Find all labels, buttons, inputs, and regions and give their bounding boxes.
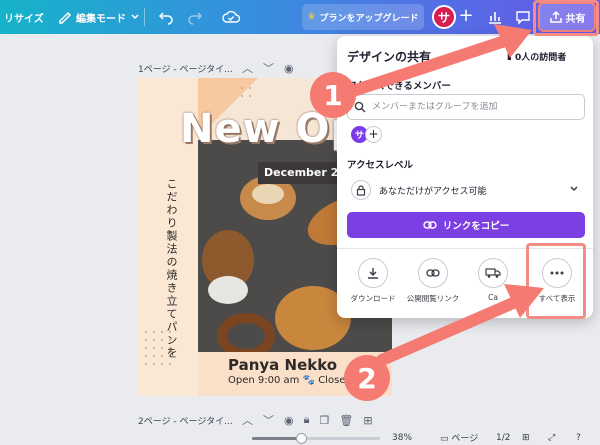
pencil-icon — [59, 11, 72, 24]
design-shop-name[interactable]: Panya Nekko — [228, 356, 337, 374]
member-search-field[interactable] — [347, 94, 585, 120]
visitor-count[interactable]: ▮ 0人の訪問者 — [507, 50, 567, 64]
page-counter: 1/2 — [496, 432, 511, 443]
link-icon — [418, 258, 448, 288]
print-delivery-action[interactable]: Ca — [465, 258, 521, 302]
eye-icon[interactable]: ◉ — [284, 62, 294, 75]
page-1-header: 1ページ - ページタイ... — [138, 60, 233, 76]
search-icon — [354, 101, 366, 113]
download-action[interactable]: ダウンロード — [345, 258, 401, 304]
insights-button[interactable] — [484, 6, 506, 28]
chevron-down-icon[interactable]: ﹀ — [263, 412, 274, 428]
upgrade-label: プランをアップグレード — [319, 13, 419, 24]
public-link-label: 公開閲覧リンク — [406, 294, 460, 303]
copy-link-label: リンクをコピー — [442, 221, 510, 232]
member-search-input[interactable] — [372, 102, 572, 112]
duplicate-icon[interactable]: ❐ — [319, 414, 329, 427]
copy-link-button[interactable]: リンクをコピー — [347, 212, 585, 238]
grid-view-icon[interactable]: ⊞ — [522, 433, 530, 443]
add-member-button[interactable]: + — [365, 126, 382, 143]
visitor-count-label: 0人の訪問者 — [514, 53, 567, 63]
page-2-title[interactable]: 2ページ - ページタイ... — [138, 414, 233, 427]
crown-icon: ♛ — [307, 12, 316, 22]
bar-chart-icon — [489, 12, 501, 24]
link-icon — [423, 221, 437, 229]
page-2-header: 2ページ - ページタイ... — [138, 412, 233, 428]
bar-chart-icon: ▮ — [507, 51, 512, 62]
truck-icon — [478, 258, 508, 288]
eye-icon[interactable]: ◉ — [284, 414, 294, 427]
chevron-down-icon[interactable]: ﹀ — [263, 60, 274, 76]
resize-button[interactable]: リサイズ — [4, 10, 44, 25]
public-link-action[interactable]: 公開閲覧リンク — [405, 258, 461, 304]
download-icon — [358, 258, 388, 288]
upgrade-plan-button[interactable]: ♛ プランをアップグレード — [302, 4, 424, 30]
members-label: アクセスできるメンバー — [347, 81, 451, 92]
redo-icon — [188, 12, 203, 25]
design-shop-hours[interactable]: Open 9:00 am 🐾 Close — [228, 375, 345, 386]
access-value: あなただけがアクセス可能 — [379, 186, 487, 197]
edit-mode-dropdown[interactable]: 編集モード — [58, 6, 140, 28]
download-label: ダウンロード — [350, 294, 396, 303]
pages-icon: ▭ — [440, 434, 449, 444]
redo-button[interactable] — [184, 6, 206, 28]
comments-button[interactable] — [512, 6, 534, 28]
toolbar-divider — [144, 8, 145, 26]
edit-mode-label: 編集モード — [76, 13, 126, 25]
lock-icon[interactable]: 🔒︎ — [304, 413, 310, 427]
access-level-label: アクセスレベル — [347, 160, 414, 171]
step-1-badge: 1 — [310, 72, 356, 118]
page-1-controls: ︿ ﹀ ◉ — [242, 60, 294, 76]
print-delivery-label: Ca — [488, 293, 498, 302]
lock-icon — [351, 180, 371, 200]
design-vertical-tagline[interactable]: こだわり製法の焼き立てパンを — [163, 178, 179, 360]
add-collaborator-button[interactable]: + — [456, 7, 476, 27]
chevron-up-icon[interactable]: ︿ — [242, 60, 253, 76]
cloud-save-button[interactable] — [220, 6, 242, 28]
cloud-check-icon — [222, 10, 240, 23]
top-toolbar: リサイズ 編集モード ♛ プランをアップグレード サ + 共有 — [0, 0, 600, 34]
pages-button[interactable]: ▭ ページ — [440, 431, 478, 444]
step-2-badge: 2 — [344, 355, 390, 401]
fullscreen-icon[interactable]: ⤢ — [548, 433, 555, 443]
bottom-bar: 38% ▭ ページ 1/2 ⊞ ⤢ ? — [0, 430, 600, 445]
chevron-down-icon — [570, 186, 578, 192]
page-1-title[interactable]: 1ページ - ページタイ... — [138, 62, 233, 75]
chevron-up-icon[interactable]: ︿ — [242, 412, 253, 428]
show-all-highlight — [526, 243, 586, 319]
undo-icon — [158, 12, 173, 25]
page-2-controls: ︿ ﹀ ◉ 🔒︎ ❐ 🗑︎ ⊞ — [242, 412, 373, 428]
user-avatar[interactable]: サ — [432, 5, 456, 29]
chevron-down-icon — [131, 14, 139, 20]
add-page-icon[interactable]: ⊞ — [363, 414, 372, 427]
help-icon[interactable]: ? — [576, 433, 581, 443]
trash-icon[interactable]: 🗑︎ — [339, 414, 353, 427]
zoom-level[interactable]: 38% — [392, 433, 412, 443]
undo-button[interactable] — [155, 6, 177, 28]
share-button-highlight — [533, 0, 599, 36]
pages-label: ページ — [451, 434, 479, 444]
access-level-dropdown[interactable]: あなただけがアクセス可能 — [347, 176, 585, 204]
comment-icon — [516, 11, 530, 25]
share-panel-title: デザインの共有 — [347, 50, 432, 64]
